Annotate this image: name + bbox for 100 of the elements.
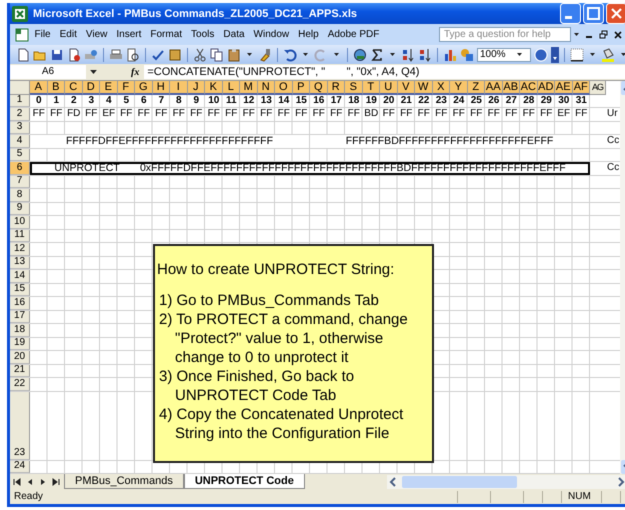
menu-item[interactable]: Insert	[112, 29, 146, 40]
table-cell-text: 2	[70, 94, 78, 108]
menu-item[interactable]: Window	[249, 29, 294, 40]
window-title: Microsoft Excel - PMBus Commands_ZL2005_DC21_APPS.xls	[33, 8, 358, 20]
table-cell: Cc	[606, 162, 620, 175]
column-header[interactable]: K	[205, 80, 222, 95]
table-cell-text: FF	[434, 108, 448, 121]
table-cell-text: 24	[452, 94, 466, 108]
column-header[interactable]: Q	[310, 80, 328, 95]
menu-item[interactable]: Format	[146, 29, 187, 40]
function-label[interactable]: fx	[131, 66, 140, 78]
row-header[interactable]: 17	[10, 310, 30, 324]
menu-item[interactable]: Adobe PDF	[323, 29, 384, 40]
table-cell-text: 18	[347, 94, 360, 108]
note-title: How to create UNPROTECT String:	[157, 260, 396, 279]
name-box[interactable]: A6	[10, 65, 86, 80]
table-cell-text: FF	[32, 108, 46, 121]
row-header[interactable]: 12	[10, 243, 30, 256]
table-cell-text: FF	[329, 108, 344, 121]
row-header[interactable]: 19	[10, 338, 30, 350]
sheet-tab[interactable]: PMBus_Commands	[64, 474, 184, 490]
table-cell-text: 31	[574, 94, 588, 108]
table-cell-text: FF	[469, 108, 484, 121]
row-header[interactable]: 8	[10, 189, 30, 202]
row-header[interactable]: 13	[10, 256, 30, 270]
column-header[interactable]: G	[135, 80, 152, 95]
table-cell-text: FF	[49, 108, 64, 121]
table-cell-text: FF	[539, 108, 554, 121]
row-header[interactable]: 23	[10, 392, 30, 460]
table-cell-text: 21	[400, 94, 413, 108]
row-header[interactable]: 1	[10, 94, 30, 108]
column-header[interactable]: W	[415, 80, 432, 95]
table-cell-text: FF	[84, 108, 98, 121]
row-header[interactable]: 21	[10, 364, 30, 378]
row-header[interactable]: 15	[10, 284, 30, 296]
column-header[interactable]: AE	[555, 80, 572, 95]
table-cell-text: FF	[276, 108, 291, 121]
menu-item[interactable]: Tools	[186, 29, 219, 40]
table-cell-text: FF	[504, 108, 518, 121]
row-header[interactable]: 14	[10, 270, 30, 283]
row-header[interactable]: 7	[10, 176, 30, 188]
menu-item[interactable]: Help	[294, 29, 324, 40]
table-cell-text: 29	[540, 94, 553, 108]
row-header[interactable]: 18	[10, 324, 30, 337]
help-search-field[interactable]: Type a question for help	[439, 27, 571, 42]
instruction-step: 3) Once Finished, Go back to UNPROTECT Code Tab	[157, 366, 429, 405]
table-cell: Cc	[606, 135, 620, 148]
table-cell-text: 27	[504, 94, 518, 108]
table-cell-text: FF	[242, 108, 256, 121]
table-cell-text: 16	[312, 94, 326, 108]
column-header[interactable]: O	[275, 80, 292, 95]
table-cell-text: BD	[363, 108, 380, 121]
row-header[interactable]: 24	[10, 460, 30, 474]
menu-item[interactable]: Edit	[55, 29, 82, 40]
row-header[interactable]: 5	[10, 148, 30, 162]
table-cell-text: 7	[157, 94, 166, 108]
table-cell-text: 25	[470, 94, 483, 108]
column-header[interactable]: U	[380, 80, 398, 95]
table-cell-text: 13	[260, 94, 273, 108]
table-cell-text: 28	[522, 94, 536, 108]
table-cell-text: FF	[172, 108, 186, 121]
table-cell-text: FF	[522, 108, 536, 121]
menu-item[interactable]: File	[30, 29, 56, 40]
menu-item[interactable]: View	[81, 29, 112, 40]
menu-item[interactable]: Data	[218, 29, 250, 40]
table-cell-text: 5	[122, 94, 130, 108]
column-header[interactable]: AA	[485, 80, 502, 95]
column-header[interactable]: AG	[590, 80, 606, 95]
column-header[interactable]: Y	[450, 80, 468, 95]
row-header[interactable]: 6	[10, 162, 30, 175]
table-cell-text: FF	[189, 108, 204, 121]
instruction-step: 1) Go to PMBus_Commands Tab	[157, 290, 429, 310]
column-header[interactable]: C	[65, 80, 82, 95]
table-cell-text: FF	[206, 108, 221, 121]
column-header[interactable]: I	[170, 80, 188, 95]
row-header[interactable]: 11	[10, 230, 30, 242]
table-cell-text: 12	[242, 94, 256, 108]
table-cell-text: FD	[66, 108, 82, 121]
column-header[interactable]: M	[240, 80, 258, 95]
column-header[interactable]: S	[345, 80, 362, 95]
formula-field[interactable]: =CONCATENATE("UNPROTECT", " ", "0x", A4, Q4)	[144, 65, 625, 80]
sheet-tab[interactable]: UNPROTECT Code	[184, 474, 305, 490]
row-header[interactable]: 3	[10, 122, 30, 134]
row-header[interactable]: 10	[10, 216, 30, 229]
column-header[interactable]: A	[30, 80, 48, 95]
column-header[interactable]: AC	[520, 80, 538, 95]
table-cell-text: 0	[34, 94, 43, 108]
row-header[interactable]: 9	[10, 202, 30, 216]
zoom-dropdown[interactable]: 100%	[477, 48, 531, 62]
num-lock-indicator: NUM	[561, 490, 601, 503]
table-cell-text: FF	[399, 108, 414, 121]
row-header[interactable]: 20	[10, 351, 30, 364]
table-cell-text: FF	[119, 108, 134, 121]
column-header[interactable]: E	[100, 80, 118, 95]
row-header[interactable]: 4	[10, 135, 30, 148]
row-header[interactable]: 22	[10, 378, 30, 391]
table-cell-text: 4	[104, 94, 113, 108]
row-header[interactable]: 16	[10, 297, 30, 310]
row-header[interactable]: 2	[10, 108, 30, 121]
table-cell-text: 10	[207, 94, 220, 108]
